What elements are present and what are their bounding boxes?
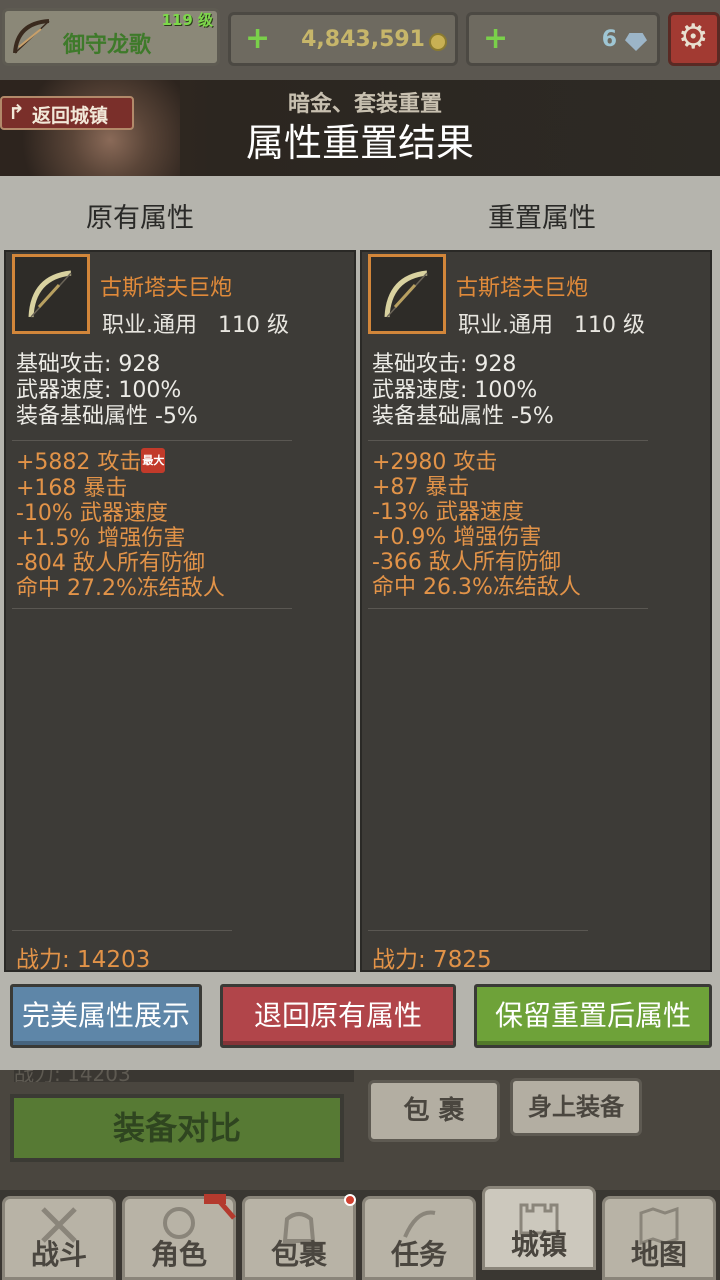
affix-line: +168 暴击 bbox=[16, 475, 128, 501]
affix-line: -13% 武器速度 bbox=[372, 500, 524, 525]
affix-line: +5882 攻击最大 bbox=[16, 447, 225, 476]
gold-counter[interactable]: + 4,843,591 bbox=[228, 12, 458, 66]
tab-inventory[interactable]: 包裹 bbox=[242, 1196, 356, 1280]
item-name: 古斯塔夫巨炮 bbox=[100, 276, 233, 301]
partial-power-text: 战力: 14203 bbox=[14, 1070, 354, 1082]
coin-icon bbox=[429, 33, 447, 51]
equipped-gear-button[interactable]: 身上装备 bbox=[510, 1078, 642, 1136]
tab-label: 战斗 bbox=[30, 1238, 87, 1271]
item-name: 古斯塔夫巨炮 bbox=[456, 276, 589, 301]
base-stats: 基础攻击: 928 武器速度: 100% 装备基础属性 -5% bbox=[16, 352, 198, 430]
player-name: 御守龙歌 bbox=[63, 33, 152, 58]
item-class-level: 职业.通用 110 级 bbox=[458, 313, 645, 338]
base-attack: 基础攻击: 928 bbox=[372, 352, 517, 377]
original-header: 原有属性 bbox=[86, 203, 194, 234]
affix-line: +0.9% 增强伤害 bbox=[372, 525, 542, 550]
add-gold-icon[interactable]: + bbox=[245, 21, 270, 56]
affix-line: +2980 攻击 bbox=[372, 450, 498, 475]
affix-line: -804 敌人所有防御 bbox=[16, 550, 205, 576]
add-gem-icon[interactable]: + bbox=[483, 21, 508, 56]
affix-line: -366 敌人所有防御 bbox=[372, 550, 561, 575]
gem-counter[interactable]: + 6 bbox=[466, 12, 660, 66]
base-attack: 基础攻击: 928 bbox=[16, 352, 161, 377]
notification-dot bbox=[344, 1194, 356, 1206]
divider bbox=[12, 440, 292, 441]
inventory-button[interactable]: 包 裹 bbox=[368, 1080, 500, 1142]
tab-battle[interactable]: 战斗 bbox=[2, 1196, 116, 1280]
player-level: 119 级 bbox=[161, 11, 213, 29]
bow-icon bbox=[13, 19, 50, 54]
reset-attributes-panel: 古斯塔夫巨炮 职业.通用 110 级 基础攻击: 928 武器速度: 100% … bbox=[360, 250, 712, 973]
keep-reset-attributes-button[interactable]: 保留重置后属性 bbox=[474, 984, 712, 1048]
original-attributes-panel: 古斯塔夫巨炮 职业.通用 110 级 基础攻击: 928 武器速度: 100% … bbox=[4, 250, 356, 973]
gear-icon: ⚙ bbox=[678, 17, 709, 57]
combat-power: 战力: 14203 bbox=[16, 947, 151, 973]
affix-line: 命中 26.3%冻结敌人 bbox=[372, 575, 581, 600]
affix-line: +1.5% 增强伤害 bbox=[16, 525, 186, 551]
tab-map[interactable]: 地图 bbox=[602, 1196, 716, 1280]
item-class-level: 职业.通用 110 级 bbox=[102, 313, 289, 338]
screen: 御守龙歌 119 级 + 4,843,591 + 6 ⚙ ↱ 返回城镇 暗金、套… bbox=[0, 0, 720, 1280]
gold-amount: 4,843,591 bbox=[301, 27, 425, 52]
weapon-speed: 武器速度: 100% bbox=[16, 378, 182, 403]
divider bbox=[12, 608, 292, 609]
divider bbox=[368, 930, 588, 931]
player-card[interactable]: 御守龙歌 119 级 bbox=[2, 8, 220, 66]
revert-attributes-button[interactable]: 退回原有属性 bbox=[220, 984, 456, 1048]
affix-line: 命中 27.2%冻结敌人 bbox=[16, 575, 225, 601]
divider bbox=[12, 930, 232, 931]
perfect-attributes-button[interactable]: 完美属性展示 bbox=[10, 984, 202, 1048]
tab-quests[interactable]: 任务 bbox=[362, 1196, 476, 1280]
bow-icon bbox=[28, 270, 72, 318]
base-attribute: 装备基础属性 -5% bbox=[16, 404, 198, 429]
affix-list: +2980 攻击 +87 暴击 -13% 武器速度 +0.9% 增强伤害 -36… bbox=[372, 450, 581, 600]
tab-town[interactable]: 城镇 bbox=[482, 1186, 596, 1270]
affix-line: -10% 武器速度 bbox=[16, 500, 168, 526]
item-slot[interactable] bbox=[368, 254, 446, 334]
bow-icon bbox=[384, 270, 428, 318]
max-badge: 最大 bbox=[141, 447, 166, 473]
tab-label: 城镇 bbox=[510, 1228, 567, 1261]
tab-label: 角色 bbox=[150, 1238, 207, 1271]
divider bbox=[368, 608, 648, 609]
gem-amount: 6 bbox=[601, 27, 617, 52]
page-title: 属性重置结果 bbox=[245, 121, 474, 165]
compare-equipment-button[interactable]: 装备对比 bbox=[10, 1094, 344, 1162]
reset-header: 重置属性 bbox=[488, 203, 596, 234]
tab-label: 任务 bbox=[390, 1238, 447, 1271]
divider bbox=[368, 440, 648, 441]
tab-label: 地图 bbox=[630, 1238, 687, 1271]
base-stats: 基础攻击: 928 武器速度: 100% 装备基础属性 -5% bbox=[372, 352, 554, 430]
hammer-icon bbox=[204, 1194, 236, 1220]
affix-line: +87 暴击 bbox=[372, 475, 470, 500]
affix-list: +5882 攻击最大 +168 暴击 -10% 武器速度 +1.5% 增强伤害 … bbox=[16, 447, 225, 601]
weapon-speed: 武器速度: 100% bbox=[372, 378, 538, 403]
tab-label: 包裹 bbox=[270, 1238, 327, 1271]
settings-button[interactable]: ⚙ bbox=[668, 12, 720, 66]
gem-icon bbox=[625, 33, 647, 51]
combat-power: 战力: 7825 bbox=[372, 947, 492, 973]
item-slot[interactable] bbox=[12, 254, 90, 334]
base-attribute: 装备基础属性 -5% bbox=[372, 404, 554, 429]
